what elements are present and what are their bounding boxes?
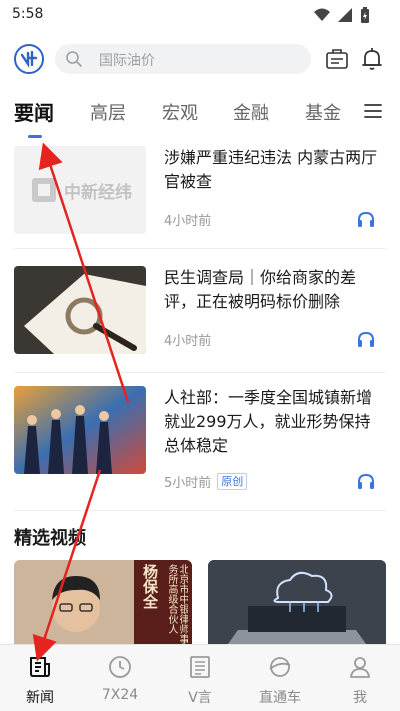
news-item[interactable]: 中新经纬 涉嫌严重违纪违法 内蒙古两厅官被查 4小时前 — [14, 146, 386, 246]
original-badge: 原创 — [217, 473, 248, 490]
video-card[interactable]: 杨保全 北京市中银律师事务所高级合伙人 — [14, 560, 192, 644]
divider — [14, 248, 386, 249]
planet-icon — [269, 657, 291, 677]
search-icon — [66, 51, 82, 67]
battery-icon — [361, 7, 369, 23]
news-title: 民生调查局｜你给商家的差评，正在被明码标价删除 — [164, 268, 357, 311]
search-placeholder: 国际油价 — [99, 53, 155, 69]
news-meta: 4小时前 — [164, 330, 211, 349]
video-speaker-caption: 北京市中银律师事务所高级合伙人 — [166, 564, 188, 644]
tab-macro[interactable]: 宏观 — [162, 99, 198, 125]
menu-icon[interactable] — [364, 103, 382, 119]
wifi-icon — [314, 8, 330, 21]
nav-direct-train[interactable]: 直通车 — [240, 645, 320, 711]
featured-videos-title: 精选视频 — [14, 528, 86, 549]
headphones-icon[interactable] — [356, 472, 376, 490]
news-time: 5小时前 — [164, 476, 212, 491]
status-icons — [314, 7, 370, 23]
graduates-image-icon — [14, 386, 146, 474]
news-title: 人社部：一季度全国城镇新增就业299万人，就业形势保持总体稳定 — [164, 388, 373, 455]
channel-tabs: 要闻 高层 宏观 金融 基金 — [0, 95, 400, 141]
tab-funds[interactable]: 基金 — [305, 99, 341, 125]
active-tab-indicator — [28, 135, 42, 138]
tab-leaders[interactable]: 高层 — [90, 99, 126, 125]
app-header: 国际油价 — [0, 38, 400, 82]
tab-headlines[interactable]: 要闻 — [14, 97, 54, 126]
video-speaker-name: 杨保全 — [141, 564, 159, 609]
nav-vyan[interactable]: V言 — [160, 645, 240, 711]
app-logo[interactable] — [14, 44, 44, 74]
search-bar[interactable]: 国际油价 — [55, 44, 311, 74]
news-thumbnail — [14, 266, 146, 354]
status-time: 5:58 — [12, 6, 44, 22]
nav-7x24[interactable]: 7X24 — [80, 645, 160, 711]
news-meta: 5小时前 原创 — [164, 472, 248, 491]
headphones-icon[interactable] — [356, 330, 376, 348]
nav-label: 7X24 — [101, 687, 139, 703]
nav-label: V言 — [188, 690, 212, 706]
news-meta: 4小时前 — [164, 210, 211, 229]
thumbnail-brand-text: 中新经纬 — [64, 183, 132, 203]
news-time: 4小时前 — [164, 214, 212, 229]
bell-icon[interactable] — [360, 46, 384, 72]
news-item[interactable]: 民生调查局｜你给商家的差评，正在被明码标价删除 4小时前 — [14, 266, 386, 366]
nav-news[interactable]: 新闻 — [0, 645, 80, 711]
nav-label: 新闻 — [26, 690, 54, 706]
divider — [14, 372, 386, 373]
news-time: 4小时前 — [164, 334, 212, 349]
person-icon — [349, 657, 371, 678]
nav-label: 我 — [353, 690, 367, 706]
headphones-icon[interactable] — [356, 210, 376, 228]
video-card[interactable] — [208, 560, 386, 644]
logo-icon — [20, 50, 38, 68]
divider — [14, 510, 386, 511]
clock-icon — [109, 656, 131, 678]
signal-icon — [338, 8, 352, 22]
document-icon — [190, 656, 210, 678]
tab-finance[interactable]: 金融 — [233, 99, 269, 125]
news-thumbnail: 中新经纬 — [14, 146, 146, 234]
status-bar: 5:58 — [0, 0, 400, 30]
news-thumbnail — [14, 386, 146, 474]
news-title: 涉嫌严重违纪违法 内蒙古两厅官被查 — [164, 148, 378, 191]
nav-label: 直通车 — [259, 690, 301, 706]
tools-icon[interactable] — [325, 48, 349, 70]
news-icon — [30, 657, 50, 677]
video-thumbnail-cloud-laptop-icon — [208, 560, 386, 644]
nav-me[interactable]: 我 — [320, 645, 400, 711]
magnifier-image-icon — [14, 266, 146, 354]
news-item[interactable]: 人社部：一季度全国城镇新增就业299万人，就业形势保持总体稳定 5小时前 原创 — [14, 386, 386, 496]
bottom-navigation: 新闻 7X24 V言 直通车 我 — [0, 644, 400, 711]
